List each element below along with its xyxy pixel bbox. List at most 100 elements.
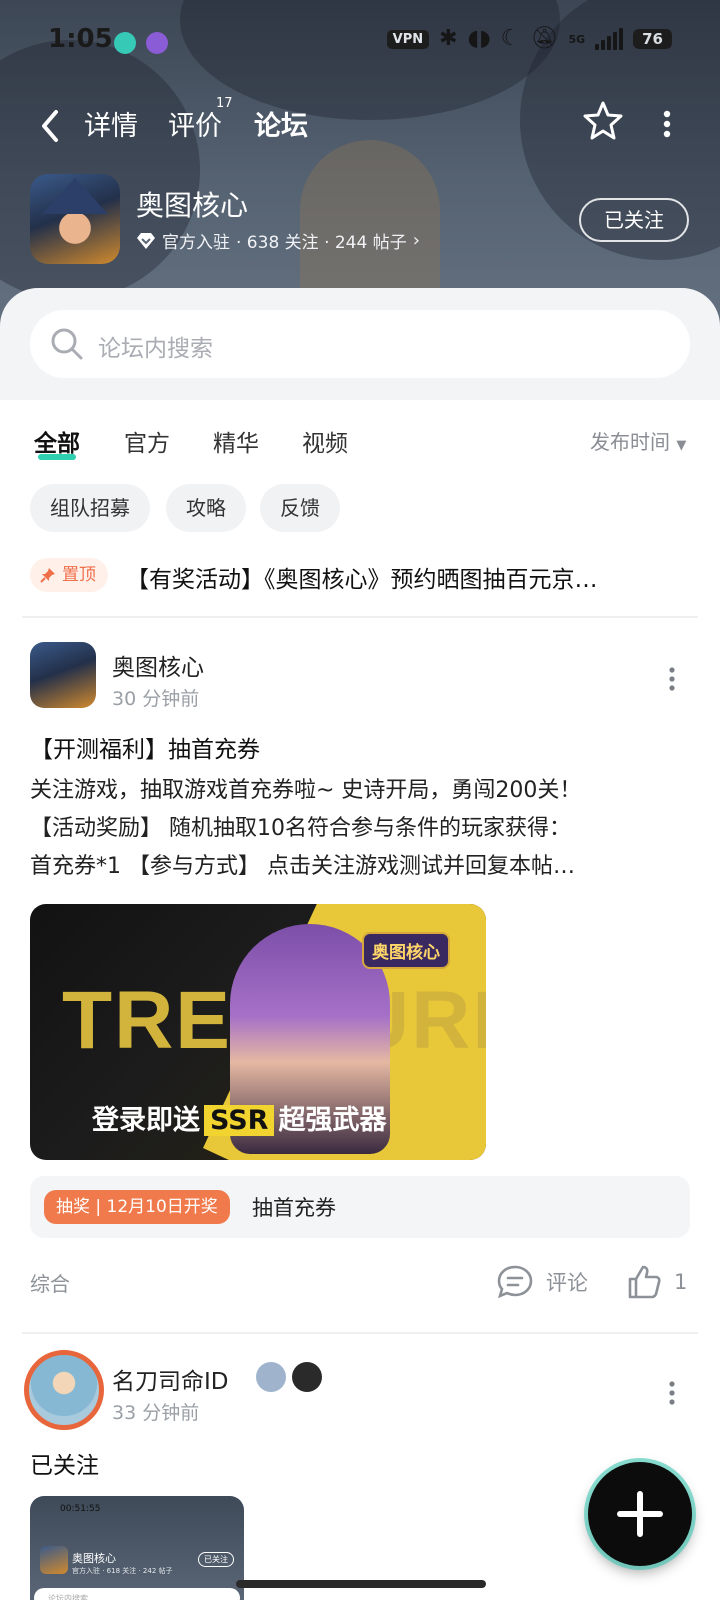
- game-title: 奥图核心: [136, 189, 249, 222]
- thumb-follow: 已关注: [198, 1552, 234, 1567]
- thumb-game-icon: [40, 1546, 68, 1574]
- sort-label: 发布时间: [590, 430, 670, 454]
- sort-dropdown[interactable]: 发布时间 ▼: [590, 426, 686, 455]
- post-time: 30 分钟前: [112, 688, 200, 710]
- user-badge-icon: [256, 1362, 286, 1392]
- game-meta[interactable]: 官方入驻 · 638 关注 · 244 帖子 ›: [136, 228, 420, 253]
- thumb-time: 00:51:55: [60, 1504, 101, 1514]
- tab-forum[interactable]: 论坛: [254, 104, 308, 149]
- background-gate: [300, 140, 440, 300]
- pinned-post-title[interactable]: 【有奖活动】《奥图核心》预约晒图抽百元京…: [126, 560, 686, 594]
- post-body-line: 首充券*1 【参与方式】 点击关注游戏测试并回复本帖…: [30, 854, 575, 879]
- more-menu-icon[interactable]: [660, 110, 674, 138]
- divider: [22, 1332, 698, 1334]
- follow-button[interactable]: 已关注: [579, 198, 689, 242]
- filter-tab-label: 视频: [302, 431, 348, 457]
- filter-tab-video[interactable]: 视频: [302, 424, 348, 458]
- divider: [22, 616, 698, 618]
- comment-button[interactable]: 评论: [496, 1264, 588, 1300]
- thumb-search: 论坛内搜索: [34, 1588, 240, 1600]
- reviews-count: 17: [216, 96, 233, 111]
- author-avatar[interactable]: [30, 642, 96, 708]
- chip-team-recruit[interactable]: 组队招募: [30, 484, 150, 532]
- post-screenshot-thumbnail[interactable]: 00:51:55 奥图核心 官方入驻 · 618 关注 · 242 帖子 已关注…: [30, 1496, 244, 1600]
- tab-details[interactable]: 详情: [84, 104, 138, 143]
- caption-text: 登录即送: [92, 1105, 200, 1136]
- search-placeholder: 论坛内搜索: [98, 336, 213, 362]
- filter-tab-label: 精华: [213, 431, 259, 457]
- status-time: 1:05: [48, 24, 113, 54]
- bluetooth-icon: ✱: [439, 26, 458, 51]
- thumb-title: 奥图核心: [72, 1552, 116, 1565]
- official-label: 官方入驻: [162, 233, 230, 253]
- post-body[interactable]: 关注游戏，抽取游戏首充券啦~ 史诗开局，勇闯200关！ 【活动奖励】 随机抽取1…: [30, 772, 682, 886]
- post-banner-image[interactable]: TREASURE 奥图核心 登录即送SSR超强武器: [30, 904, 486, 1160]
- home-indicator[interactable]: [236, 1580, 486, 1588]
- filter-tab-official[interactable]: 官方: [124, 424, 170, 458]
- create-post-button[interactable]: [588, 1462, 692, 1566]
- status-bar: 1:05 VPN ✱ ◖◗ ☾ 🔕︎ 5G 76: [0, 0, 720, 82]
- top-nav: 详情 评价 17 论坛: [0, 96, 720, 156]
- post-author[interactable]: 奥图核心: [112, 648, 204, 682]
- comment-icon: [497, 1265, 533, 1299]
- banner-game-logo: 奥图核心: [362, 932, 450, 969]
- like-button[interactable]: 1: [626, 1264, 687, 1300]
- bell-muted-icon: 🔕︎: [530, 26, 559, 51]
- back-arrow-icon[interactable]: [36, 106, 66, 146]
- pinned-badge: 置顶: [30, 558, 108, 592]
- thumbs-up-icon: [628, 1265, 661, 1299]
- tab-reviews[interactable]: 评价: [168, 104, 222, 143]
- filter-tab-label: 官方: [124, 431, 170, 457]
- search-icon: [51, 328, 83, 360]
- lottery-badge: 抽奖 | 12月10日开奖: [44, 1190, 230, 1224]
- post-category[interactable]: 综合: [30, 1268, 70, 1297]
- game-icon[interactable]: [30, 174, 120, 264]
- search-panel: 论坛内搜索: [0, 288, 720, 400]
- moon-icon: ☾: [500, 26, 521, 51]
- plus-icon: [617, 1491, 663, 1537]
- banner-caption: 登录即送 SSR 超强武器: [92, 1098, 386, 1137]
- pin-icon: [40, 568, 55, 583]
- search-input[interactable]: 论坛内搜索: [30, 310, 690, 378]
- caption-highlight: SSR: [204, 1105, 275, 1136]
- author-avatar[interactable]: [24, 1350, 104, 1430]
- taptap-notification-icon: [114, 32, 136, 54]
- filter-tab-all[interactable]: 全部: [34, 424, 80, 460]
- caption-text: 超强武器: [278, 1105, 387, 1136]
- signal-icon: [595, 28, 624, 50]
- follow-post-stats: · 638 关注 · 244 帖子: [236, 233, 407, 253]
- network-type: 5G: [568, 32, 586, 46]
- battery-icon: 76: [633, 29, 672, 49]
- chip-guide[interactable]: 攻略: [166, 484, 246, 532]
- filter-tab-label: 全部: [34, 431, 80, 457]
- developer-badge-icon: [292, 1362, 322, 1392]
- pinned-label: 置顶: [62, 565, 96, 585]
- caret-down-icon: ▼: [676, 438, 687, 453]
- post-author[interactable]: 名刀司命ID: [112, 1362, 229, 1396]
- tab-label: 详情: [84, 111, 138, 142]
- post-body-line: 关注游戏，抽取游戏首充券啦~ 史诗开局，勇闯200关！: [30, 778, 582, 803]
- post-body-line: 【活动奖励】 随机抽取10名符合参与条件的玩家获得：: [30, 816, 571, 841]
- earbuds-icon: ◖◗: [467, 26, 491, 51]
- chevron-right-icon: ›: [412, 230, 420, 251]
- post-text[interactable]: 已关注: [30, 1446, 99, 1480]
- status-icons: VPN ✱ ◖◗ ☾ 🔕︎ 5G 76: [386, 26, 672, 51]
- verified-diamond-icon: [137, 232, 155, 249]
- tab-label: 论坛: [254, 111, 308, 142]
- favorite-star-icon[interactable]: [582, 100, 624, 142]
- active-tab-underline: [254, 141, 308, 149]
- post-time: 33 分钟前: [112, 1402, 200, 1424]
- filter-tab-featured[interactable]: 精华: [213, 424, 259, 458]
- thumb-meta: 官方入驻 · 618 关注 · 242 帖子: [72, 1567, 173, 1575]
- vpn-icon: VPN: [386, 29, 430, 49]
- like-count: 1: [674, 1270, 688, 1294]
- post-more-icon[interactable]: [668, 666, 676, 692]
- post-more-icon[interactable]: [668, 1380, 676, 1406]
- comment-label: 评论: [546, 1271, 588, 1295]
- tab-label: 评价: [168, 111, 222, 142]
- chip-feedback[interactable]: 反馈: [260, 484, 340, 532]
- post-title[interactable]: 【开测福利】抽首充券: [30, 730, 260, 764]
- lottery-card[interactable]: 抽奖 | 12月10日开奖 抽首充券: [30, 1176, 690, 1238]
- lottery-title: 抽首充券: [252, 1196, 336, 1220]
- app-notification-icon: [146, 32, 168, 54]
